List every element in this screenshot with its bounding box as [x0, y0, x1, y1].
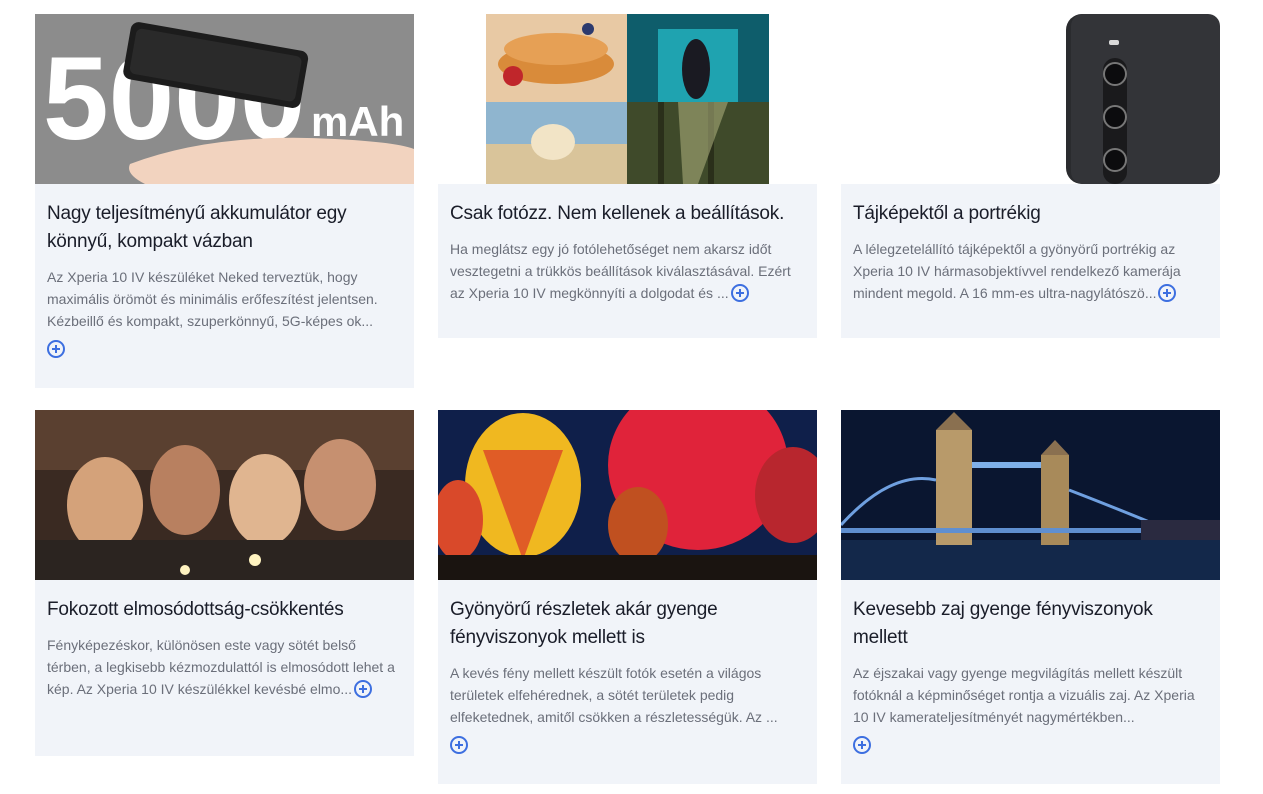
- feature-card-lowlight: Gyönyörű részletek akár gyenge fényviszo…: [438, 410, 817, 784]
- feature-card-photo: Csak fotózz. Nem kellenek a beállítások.…: [438, 14, 817, 338]
- expand-plus-icon[interactable]: [730, 283, 749, 302]
- card-title: Csak fotózz. Nem kellenek a beállítások.: [450, 203, 785, 224]
- photo-collage-image: [438, 14, 817, 184]
- feature-card-blur: Fokozott elmosódottság-csökkentés Fényké…: [35, 410, 414, 756]
- battery-unit-label: mAh: [311, 98, 404, 145]
- feature-card-camera: Tájképektől a portrékig A lélegzetelállí…: [841, 14, 1220, 338]
- card-text: A kevés fény mellett készült fotók eseté…: [450, 665, 778, 725]
- phone-camera-image: [841, 14, 1220, 184]
- card-text: Az Xperia 10 IV készüléket Neked tervezt…: [47, 269, 378, 329]
- feature-card-noise: Kevesebb zaj gyenge fényviszonyok mellet…: [841, 410, 1220, 784]
- card-title: Nagy teljesítményű akkumulátor egy könny…: [47, 203, 347, 252]
- expand-plus-icon[interactable]: [853, 736, 871, 754]
- card-title: Tájképektől a portrékig: [853, 203, 1041, 224]
- expand-plus-icon[interactable]: [450, 736, 468, 754]
- expand-plus-icon[interactable]: [354, 679, 373, 698]
- friends-night-image: [35, 410, 414, 580]
- card-title: Kevesebb zaj gyenge fényviszonyok mellet…: [853, 599, 1153, 648]
- feature-card-battery: 5000 mAh Nagy teljesítményű akkumulátor …: [35, 14, 414, 388]
- battery-image: 5000 mAh: [35, 14, 414, 184]
- expand-plus-icon[interactable]: [47, 340, 65, 358]
- tower-bridge-image: [841, 410, 1220, 580]
- card-text: Az éjszakai vagy gyenge megvilágítás mel…: [853, 665, 1195, 725]
- card-title: Gyönyörű részletek akár gyenge fényviszo…: [450, 599, 718, 648]
- expand-plus-icon[interactable]: [1158, 283, 1177, 302]
- card-text: A lélegzetelállító tájképektől a gyönyör…: [853, 241, 1181, 301]
- balloons-image: [438, 410, 817, 580]
- card-title: Fokozott elmosódottság-csökkentés: [47, 599, 344, 620]
- card-text: Fényképezéskor, különösen este vagy söté…: [47, 637, 395, 697]
